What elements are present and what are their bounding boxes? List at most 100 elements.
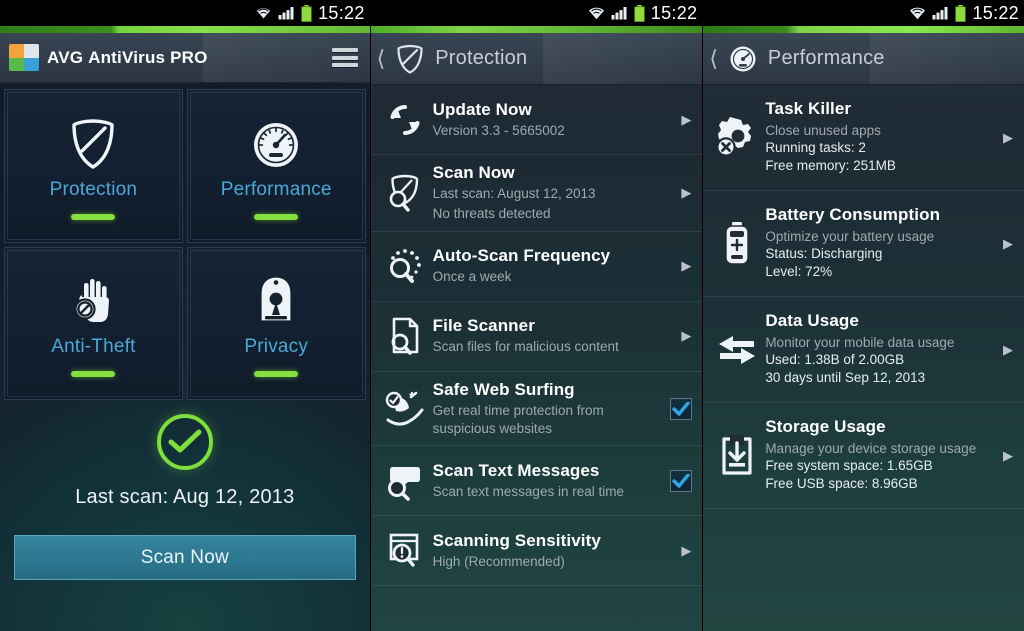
list-item[interactable]: Data Usage Monitor your mobile data usag…	[703, 297, 1024, 403]
list-item-title: Battery Consumption	[765, 205, 941, 225]
signal-icon	[932, 6, 949, 20]
refresh-arrows-icon	[379, 100, 431, 140]
list-item-value: Status: Discharging	[765, 246, 883, 262]
avg-logo-icon	[9, 44, 39, 71]
list-item-text: Update Now Version 3.3 - 5665002	[431, 92, 677, 148]
list-item[interactable]: Task Killer Close unused apps Running ta…	[703, 85, 1024, 191]
list-item-subtitle: Last scan: August 12, 2013	[432, 186, 596, 202]
list-item-text: Scan Text Messages Scan text messages in…	[431, 453, 671, 509]
list-item-subtitle: Close unused apps	[765, 122, 881, 138]
list-item-subtitle: Scan text messages in real time	[432, 484, 624, 500]
list-item-value: No threats detected	[432, 205, 551, 221]
list-item[interactable]: Scanning Sensitivity High (Recommended) …	[370, 516, 703, 587]
gear-close-icon	[711, 116, 763, 160]
performance-header[interactable]: ⟨ Performance	[703, 33, 1024, 85]
list-item-subtitle: Optimize your battery usage	[765, 228, 935, 244]
list-item[interactable]: File Scanner Scan files for malicious co…	[370, 302, 703, 372]
shield-icon	[395, 44, 425, 74]
accent-strip-protection	[370, 26, 703, 33]
list-item[interactable]: Auto-Scan Frequency Once a week ▶	[370, 232, 703, 302]
wifi-icon	[909, 6, 926, 20]
list-item-text: Safe Web Surfing Get real time protectio…	[431, 372, 671, 446]
list-item-text: Task Killer Close unused apps Running ta…	[763, 91, 998, 183]
tile-privacy[interactable]: Privacy	[186, 246, 366, 400]
list-item-text: Battery Consumption Optimize your batter…	[763, 197, 998, 289]
list-item-value: Running tasks: 2	[765, 140, 866, 156]
file-magnifier-icon	[379, 315, 431, 357]
data-arrows-icon	[711, 330, 763, 370]
scan-text-messages-checkbox[interactable]	[670, 469, 693, 492]
battery-icon	[301, 4, 312, 22]
chevron-right-icon: ▶	[681, 542, 692, 558]
list-item[interactable]: Scan Text Messages Scan text messages in…	[370, 446, 703, 517]
signal-icon	[611, 6, 628, 20]
tile-anti-theft[interactable]: Anti-Theft	[4, 246, 183, 400]
list-item-title: Task Killer	[765, 99, 852, 119]
list-item-value: Free USB space: 8.96GB	[765, 476, 918, 492]
clock-magnifier-icon	[379, 246, 431, 286]
list-item-title: Storage Usage	[765, 417, 886, 437]
chevron-right-icon: ▶	[681, 184, 692, 200]
speedometer-icon	[728, 44, 758, 74]
list-item-value: Free system space: 1.65GB	[765, 458, 933, 474]
scan-status-area: Last scan: Aug 12, 2013 Scan Now	[0, 400, 370, 631]
hand-block-icon	[68, 269, 118, 327]
app-bar: AVG AntiVirus PRO	[0, 33, 370, 83]
list-item-subtitle: High (Recommended)	[432, 554, 565, 570]
list-item[interactable]: Battery Consumption Optimize your batter…	[703, 191, 1024, 297]
wifi-icon	[255, 6, 272, 20]
tile-protection[interactable]: Protection	[4, 89, 183, 243]
list-item[interactable]: Safe Web Surfing Get real time protectio…	[370, 372, 703, 447]
list-item-subtitle: Version 3.3 - 5665002	[432, 122, 565, 138]
battery-icon	[633, 4, 645, 22]
list-item-subtitle: Once a week	[432, 269, 512, 285]
list-item-title: Scanning Sensitivity	[432, 530, 601, 550]
list-item-subtitle: Monitor your mobile data usage	[765, 334, 955, 350]
last-scan-label: Last scan: Aug 12, 2013	[75, 486, 295, 508]
list-item[interactable]: Update Now Version 3.3 - 5665002 ▶	[370, 85, 703, 155]
tile-performance[interactable]: Performance	[186, 89, 366, 243]
chevron-right-icon: ▶	[681, 328, 692, 344]
accent-strip-performance	[703, 26, 1024, 33]
chevron-right-icon: ▶	[1003, 235, 1013, 251]
list-item-value: Free memory: 251MB	[765, 158, 896, 174]
hamburger-menu-icon[interactable]	[331, 48, 358, 67]
chevron-right-icon: ▶	[681, 258, 692, 274]
list-item-title: Update Now	[432, 99, 532, 119]
scan-now-button[interactable]: Scan Now	[14, 535, 356, 580]
web-surfer-check-icon	[379, 388, 431, 430]
chevron-right-icon: ▶	[1003, 341, 1013, 357]
storage-download-icon	[711, 434, 763, 478]
message-magnifier-icon	[379, 461, 431, 501]
status-bar-clock: 15:22	[972, 3, 1019, 23]
list-item[interactable]: Scan Now Last scan: August 12, 2013 No t…	[370, 155, 703, 232]
list-item-title: Safe Web Surfing	[432, 379, 575, 399]
tile-label: Protection	[49, 178, 138, 200]
back-chevron-icon[interactable]: ⟨	[709, 47, 718, 70]
back-chevron-icon[interactable]: ⟨	[377, 47, 386, 70]
tile-status-bar	[254, 371, 299, 378]
status-bar: 15:22	[0, 0, 370, 26]
shield-icon	[70, 112, 116, 170]
safe-web-surfing-checkbox[interactable]	[670, 397, 693, 420]
list-item[interactable]: Storage Usage Manage your device storage…	[703, 403, 1024, 509]
signal-icon	[278, 6, 295, 20]
protection-header[interactable]: ⟨ Protection	[370, 33, 703, 85]
panel-performance: 15:22 ⟨ Performance Task Killer Close un…	[703, 0, 1024, 631]
app-brand: AVG	[47, 47, 84, 67]
list-item-text: Storage Usage Manage your device storage…	[763, 409, 998, 501]
scan-shield-magnifier-icon	[379, 172, 431, 214]
check-circle-icon	[156, 414, 213, 470]
list-item-title: Data Usage	[765, 311, 859, 331]
app-product: AntiVirus PRO	[88, 47, 208, 67]
tile-label: Privacy	[244, 336, 309, 358]
status-bar: 15:22	[703, 0, 1024, 26]
list-item-value: 30 days until Sep 12, 2013	[765, 370, 926, 386]
status-bar-clock: 15:22	[650, 3, 698, 23]
list-item-title: File Scanner	[432, 316, 535, 336]
panel-home: 15:22 AVG AntiVirus PRO Protection Perfo…	[0, 0, 370, 631]
panel-title: Performance	[767, 47, 885, 69]
list-item-text: Auto-Scan Frequency Once a week	[431, 238, 677, 294]
list-item-text: Data Usage Monitor your mobile data usag…	[763, 303, 998, 395]
tile-label: Performance	[220, 178, 332, 200]
